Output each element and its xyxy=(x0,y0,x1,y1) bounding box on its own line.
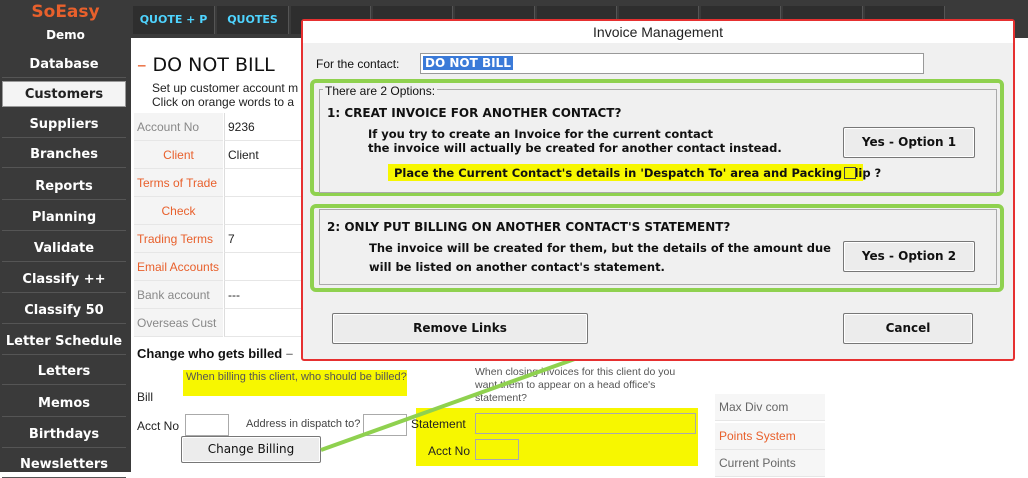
sidebar-item-planning[interactable]: Planning xyxy=(2,205,126,231)
tab-quote-plus[interactable]: QUOTE + P xyxy=(133,6,215,34)
sidebar-item-classify-plus[interactable]: Classify ++ xyxy=(2,267,126,293)
contact-field[interactable]: DO NOT BILL xyxy=(420,53,924,74)
brand-name: SoEasy xyxy=(31,2,100,22)
sidebar-item-customers[interactable]: Customers xyxy=(2,81,126,107)
remove-links-button[interactable]: Remove Links xyxy=(332,313,588,344)
sidebar-item-letters[interactable]: Letters xyxy=(2,359,126,385)
options-header: There are 2 Options: xyxy=(323,84,438,98)
brand-subtitle: Demo xyxy=(46,28,85,42)
despatch-checkbox[interactable] xyxy=(844,167,856,179)
option1-description-line2: the invoice will actually be created for… xyxy=(368,141,782,155)
sidebar-item-birthdays[interactable]: Birthdays xyxy=(2,422,126,448)
option1-title: 1: CREAT INVOICE FOR ANOTHER CONTACT? xyxy=(327,106,622,120)
despatch-checkbox-label: Place the Current Contact's details in '… xyxy=(394,166,882,180)
sidebar-item-classify-50[interactable]: Classify 50 xyxy=(2,298,126,324)
contact-label: For the contact: xyxy=(316,57,400,71)
yes-option-2-button[interactable]: Yes - Option 2 xyxy=(843,241,975,272)
sidebar-item-reports[interactable]: Reports xyxy=(2,174,126,200)
contact-value: DO NOT BILL xyxy=(423,56,513,70)
sidebar-item-branches[interactable]: Branches xyxy=(2,142,126,168)
sidebar-item-suppliers[interactable]: Suppliers xyxy=(2,112,126,138)
tab-quotes[interactable]: QUOTES xyxy=(217,6,289,34)
sidebar: SoEasy Demo Database Customers Suppliers… xyxy=(0,0,131,478)
sidebar-item-validate[interactable]: Validate xyxy=(2,236,126,262)
option1-description-line1: If you try to create an Invoice for the … xyxy=(368,127,714,141)
sidebar-item-memos[interactable]: Memos xyxy=(2,391,126,417)
cancel-button[interactable]: Cancel xyxy=(843,313,973,344)
sidebar-item-database[interactable]: Database xyxy=(2,52,126,78)
invoice-management-dialog: Invoice Management For the contact: DO N… xyxy=(301,19,1015,361)
sidebar-item-newsletters[interactable]: Newsletters xyxy=(2,452,126,478)
yes-option-1-button[interactable]: Yes - Option 1 xyxy=(843,127,975,158)
option2-description-line1: The invoice will be created for them, bu… xyxy=(369,241,831,255)
sidebar-item-letter-schedule[interactable]: Letter Schedule xyxy=(2,329,126,355)
option2-title: 2: ONLY PUT BILLING ON ANOTHER CONTACT'S… xyxy=(327,220,731,234)
option2-description-line2: will be listed on another contact's stat… xyxy=(369,260,665,274)
dialog-title: Invoice Management xyxy=(303,21,1013,43)
